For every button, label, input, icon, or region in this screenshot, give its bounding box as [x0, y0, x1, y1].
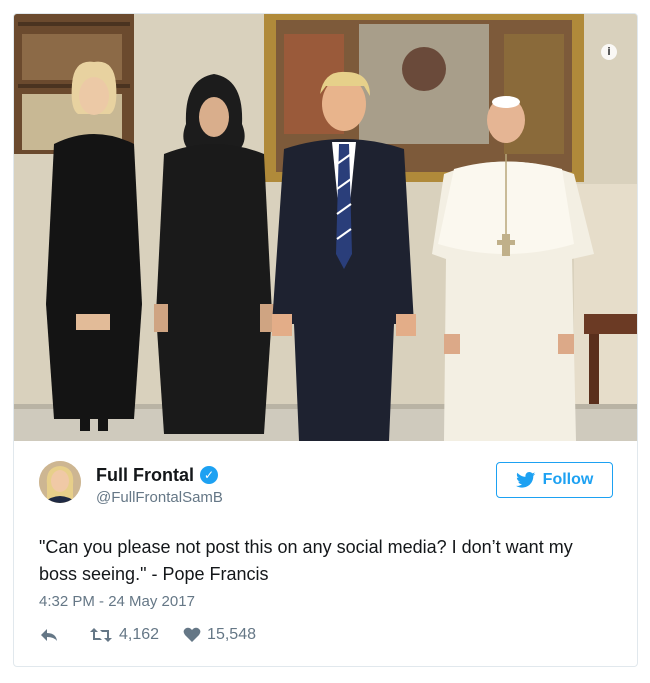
tweet-author: Full Frontal ✓ @FullFrontalSamB	[96, 464, 223, 508]
info-icon[interactable]: i	[601, 44, 617, 60]
twitter-bird-icon	[515, 472, 536, 488]
author-display-name[interactable]: Full Frontal	[96, 464, 194, 486]
follow-label: Follow	[542, 471, 594, 488]
photo-illustration	[14, 14, 637, 441]
tweet-card: i Full Frontal ✓ @FullFrontalSamB Follow…	[13, 13, 638, 667]
avatar[interactable]	[39, 461, 81, 503]
reply-icon	[41, 629, 57, 641]
follow-button[interactable]: Follow	[496, 462, 613, 498]
heart-icon	[183, 627, 201, 642]
retweet-icon	[90, 628, 112, 642]
reply-button[interactable]	[39, 627, 65, 643]
author-name-row[interactable]: Full Frontal ✓	[96, 464, 223, 486]
retweet-button[interactable]: 4,162	[89, 626, 159, 644]
like-count: 15,548	[207, 626, 256, 643]
avatar-image	[39, 461, 81, 503]
author-handle[interactable]: @FullFrontalSamB	[96, 488, 223, 508]
tweet-actions: 4,162 15,548	[39, 626, 280, 644]
tweet-photo[interactable]: i	[14, 14, 637, 441]
like-button[interactable]: 15,548	[183, 626, 256, 644]
tweet-timestamp[interactable]: 4:32 PM - 24 May 2017	[39, 592, 195, 612]
retweet-count: 4,162	[119, 626, 160, 643]
tweet-text: "Can you please not post this on any soc…	[39, 537, 573, 584]
verified-badge-icon: ✓	[200, 466, 218, 484]
